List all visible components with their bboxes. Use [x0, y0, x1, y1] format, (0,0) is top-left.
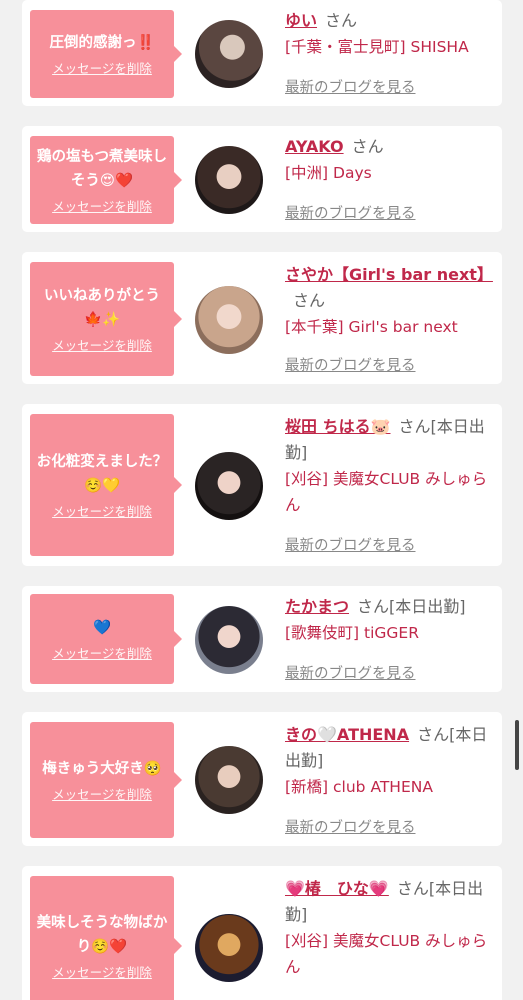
message-card: 美味しそうな物ばかり☺️❤️ メッセージを削除 💗椿 ひな💗 さん[本日出勤] […: [22, 866, 502, 1000]
delete-message-link[interactable]: メッセージを削除: [52, 787, 152, 803]
profile-info: 💗椿 ひな💗 さん[本日出勤] [刈谷] 美魔女CLUB みしゅらん: [285, 876, 497, 980]
message-text: 鶏の塩もつ煮美味しそう😍❤️: [37, 149, 167, 189]
message-text: 圧倒的感謝っ‼️: [49, 35, 155, 51]
latest-blog-link[interactable]: 最新のブログを見る: [285, 76, 416, 97]
latest-blog-link[interactable]: 最新のブログを見る: [285, 534, 416, 555]
message-card: いいねありがとう🍁✨ メッセージを削除 さやか【Girl's bar next】…: [22, 252, 502, 384]
cast-name-link[interactable]: ゆい: [285, 11, 317, 30]
cast-name-link[interactable]: さやか【Girl's bar next】: [285, 265, 493, 284]
shop-label: [千葉・富士見町] SHISHA: [285, 38, 469, 56]
message-text: お化粧変えました？☺️💛: [36, 454, 168, 494]
profile-info: たかまつ さん[本日出勤] [歌舞伎町] tiGGER: [285, 594, 497, 646]
message-bubble: 圧倒的感謝っ‼️ メッセージを削除: [30, 10, 182, 98]
shop-label: [刈谷] 美魔女CLUB みしゅらん: [285, 470, 488, 514]
message-text: 梅きゅう大好き🥺: [42, 761, 162, 777]
message-card: お化粧変えました？☺️💛 メッセージを削除 桜田 ちはる🐷 さん[本日出勤] [刈…: [22, 404, 502, 566]
delete-message-link[interactable]: メッセージを削除: [52, 504, 152, 520]
honorific: さん: [293, 291, 326, 310]
cast-name-link[interactable]: 桜田 ちはる🐷: [285, 417, 391, 436]
delete-message-link[interactable]: メッセージを削除: [52, 646, 152, 662]
delete-message-link[interactable]: メッセージを削除: [52, 338, 152, 354]
avatar[interactable]: [195, 20, 263, 88]
avatar[interactable]: [195, 606, 263, 674]
cast-name-link[interactable]: 💗椿 ひな💗: [285, 879, 389, 898]
honorific: さん[本日出勤]: [357, 597, 466, 616]
message-bubble: 美味しそうな物ばかり☺️❤️ メッセージを削除: [30, 876, 182, 1000]
profile-info: ゆい さん [千葉・富士見町] SHISHA: [285, 8, 497, 60]
message-card: 圧倒的感謝っ‼️ メッセージを削除 ゆい さん [千葉・富士見町] SHISHA …: [22, 0, 502, 106]
delete-message-link[interactable]: メッセージを削除: [52, 199, 152, 215]
profile-info: 桜田 ちはる🐷 さん[本日出勤] [刈谷] 美魔女CLUB みしゅらん: [285, 414, 497, 518]
delete-message-link[interactable]: メッセージを削除: [52, 61, 152, 77]
cast-name-link[interactable]: たかまつ: [285, 597, 349, 616]
avatar[interactable]: [195, 286, 263, 354]
message-bubble: 鶏の塩もつ煮美味しそう😍❤️ メッセージを削除: [30, 136, 182, 224]
latest-blog-link[interactable]: 最新のブログを見る: [285, 354, 416, 375]
message-text: いいねありがとう🍁✨: [44, 288, 160, 328]
latest-blog-link[interactable]: 最新のブログを見る: [285, 662, 416, 683]
shop-label: [歌舞伎町] tiGGER: [285, 624, 419, 642]
latest-blog-link[interactable]: 最新のブログを見る: [285, 202, 416, 223]
honorific: さん: [325, 11, 358, 30]
profile-info: AYAKO さん [中洲] Days: [285, 134, 497, 186]
message-text: 💙: [92, 620, 112, 636]
shop-label: [刈谷] 美魔女CLUB みしゅらん: [285, 932, 488, 976]
message-card: 梅きゅう大好き🥺 メッセージを削除 きの🤍ATHENA さん[本日出勤] [新橋]…: [22, 712, 502, 846]
avatar[interactable]: [195, 746, 263, 814]
profile-info: さやか【Girl's bar next】さん [本千葉] Girl's bar …: [285, 262, 497, 340]
honorific: さん: [351, 137, 384, 156]
shop-label: [新橋] club ATHENA: [285, 778, 433, 796]
message-bubble: いいねありがとう🍁✨ メッセージを削除: [30, 262, 182, 376]
message-card: 鶏の塩もつ煮美味しそう😍❤️ メッセージを削除 AYAKO さん [中洲] Day…: [22, 126, 502, 232]
message-list: 圧倒的感謝っ‼️ メッセージを削除 ゆい さん [千葉・富士見町] SHISHA …: [0, 0, 523, 1000]
avatar[interactable]: [195, 146, 263, 214]
cast-name-link[interactable]: きの🤍ATHENA: [285, 725, 409, 744]
scrollbar[interactable]: [515, 720, 519, 770]
avatar[interactable]: [195, 452, 263, 520]
shop-label: [本千葉] Girl's bar next: [285, 318, 458, 336]
delete-message-link[interactable]: メッセージを削除: [52, 965, 152, 981]
profile-info: きの🤍ATHENA さん[本日出勤] [新橋] club ATHENA: [285, 722, 497, 800]
message-bubble: お化粧変えました？☺️💛 メッセージを削除: [30, 414, 182, 556]
cast-name-link[interactable]: AYAKO: [285, 137, 344, 156]
message-card: 💙 メッセージを削除 たかまつ さん[本日出勤] [歌舞伎町] tiGGER 最新…: [22, 586, 502, 692]
latest-blog-link[interactable]: 最新のブログを見る: [285, 816, 416, 837]
message-bubble: 梅きゅう大好き🥺 メッセージを削除: [30, 722, 182, 838]
avatar[interactable]: [195, 914, 263, 982]
message-text: 美味しそうな物ばかり☺️❤️: [36, 915, 168, 955]
message-bubble: 💙 メッセージを削除: [30, 594, 182, 684]
shop-label: [中洲] Days: [285, 164, 372, 182]
